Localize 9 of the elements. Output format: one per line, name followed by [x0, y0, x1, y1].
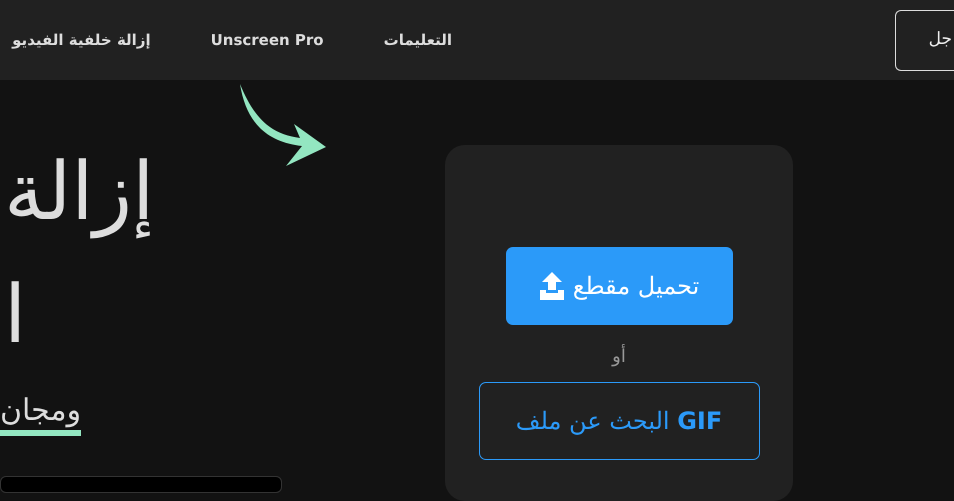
- separator-text: أو: [612, 343, 626, 369]
- nav-link[interactable]: إزالة خلفية الفيديو: [12, 28, 151, 52]
- nav-link[interactable]: التعليمات: [384, 28, 452, 52]
- nav-link[interactable]: Unscreen Pro: [210, 28, 324, 52]
- subtitle-text: ومجان: [0, 391, 82, 436]
- login-button[interactable]: جل: [895, 10, 954, 70]
- headline-text: ا: [4, 267, 26, 363]
- upload-icon: [538, 271, 565, 301]
- headline-text: إزالة: [4, 144, 154, 240]
